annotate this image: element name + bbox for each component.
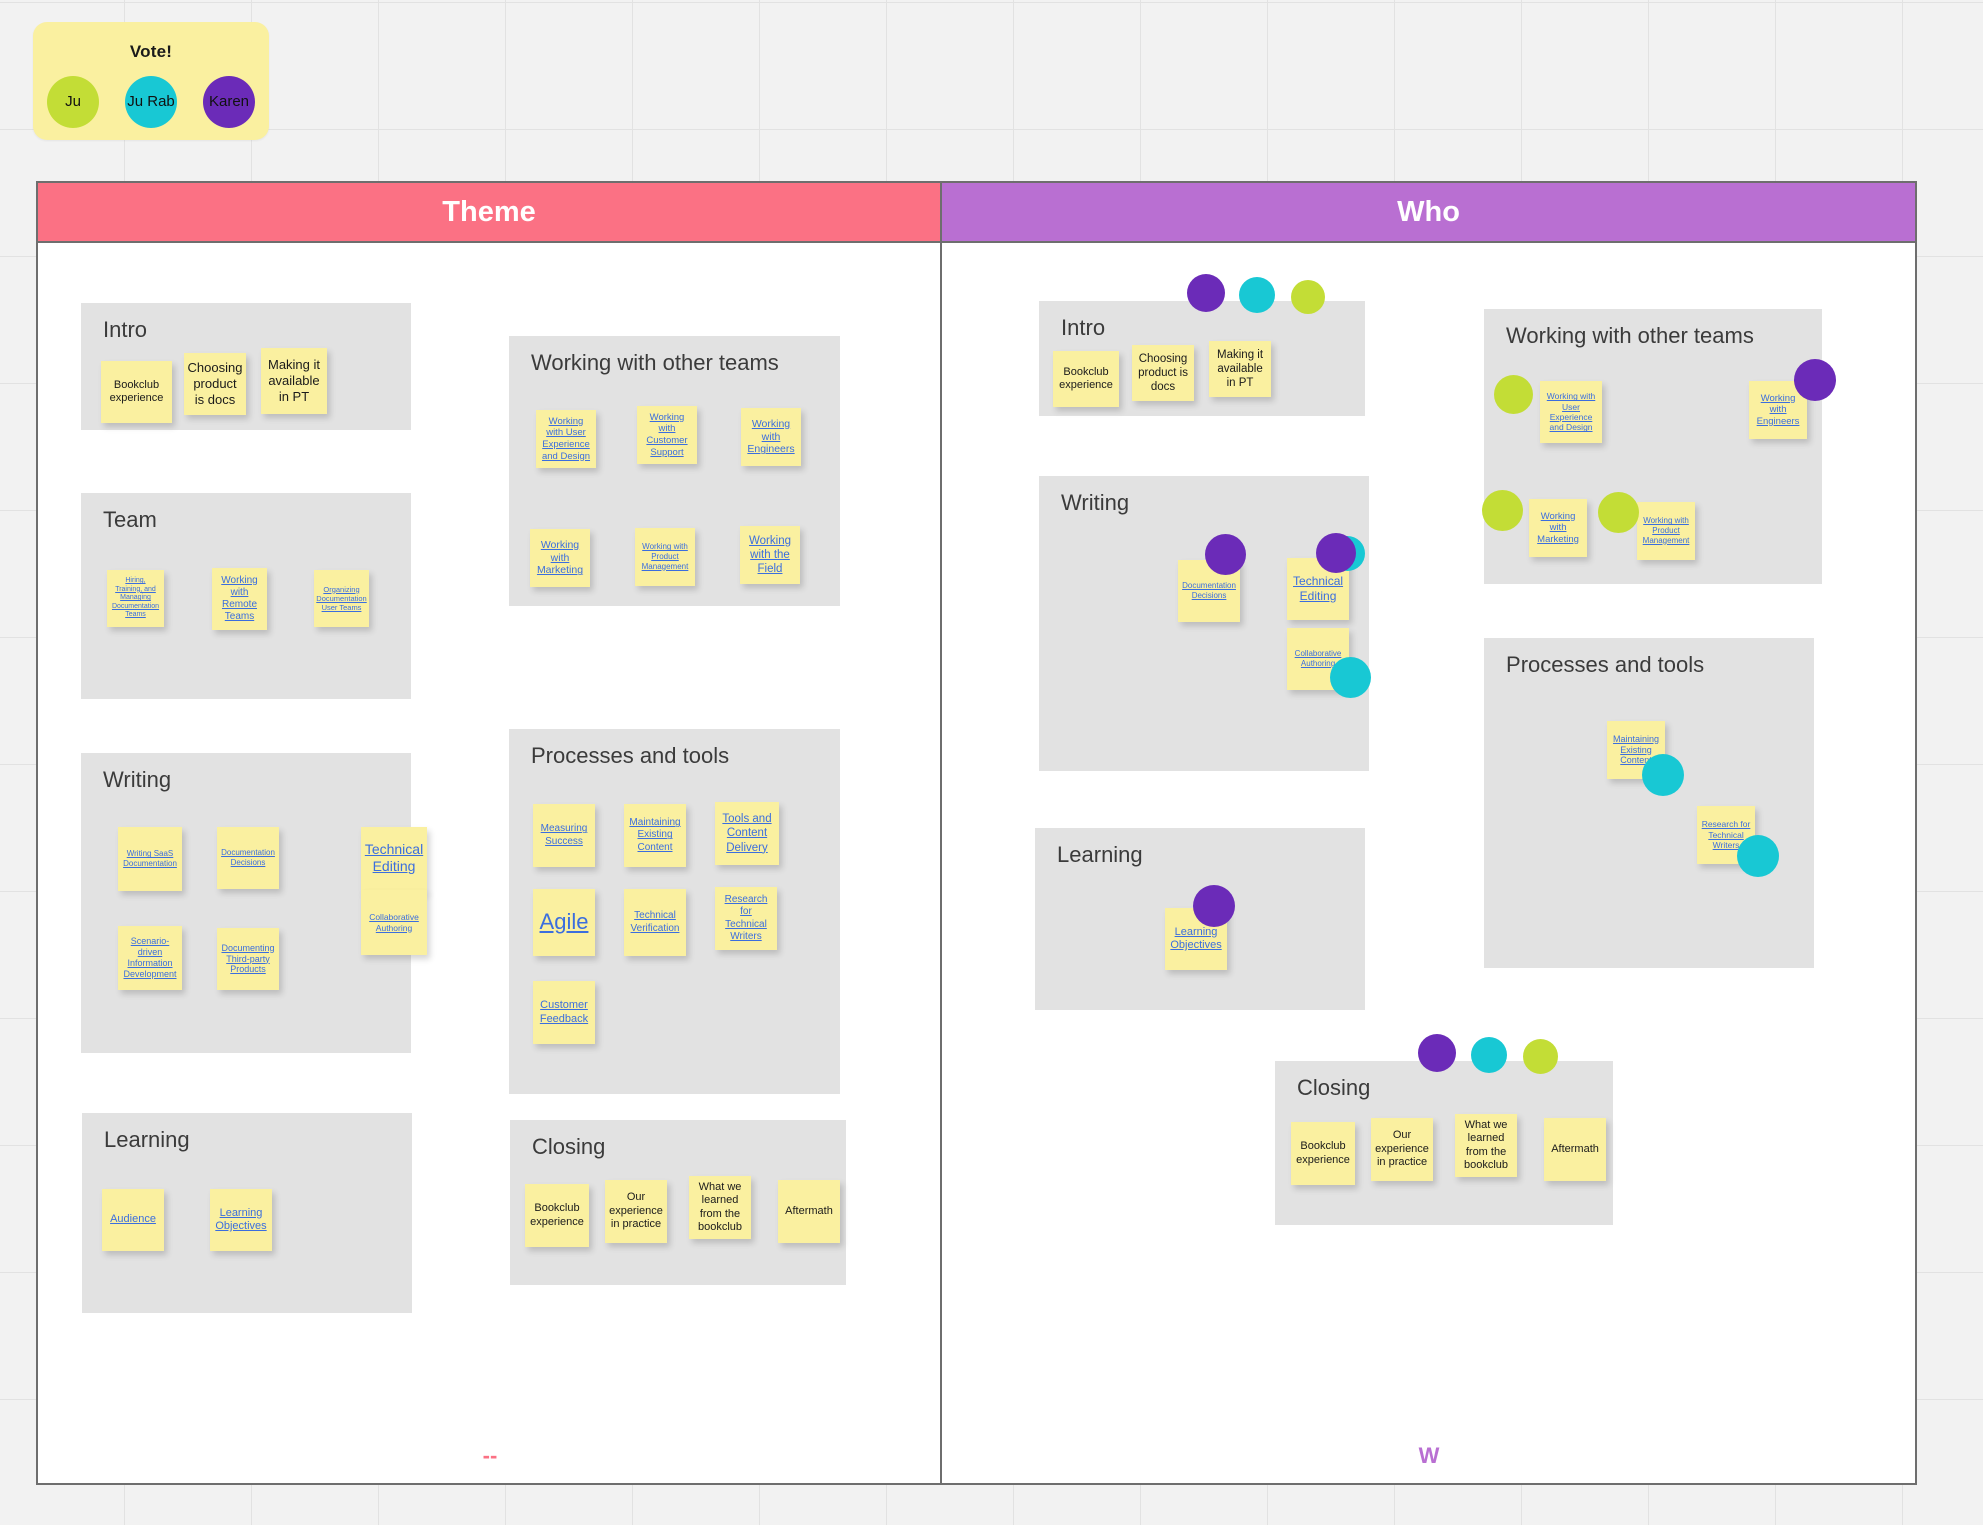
sticky-note[interactable]: Aftermath [778,1180,840,1243]
sticky-note[interactable]: Choosing product is docs [184,353,246,415]
group-processes-and-tools[interactable]: Processes and tools Maintaining Existing… [1484,638,1815,968]
sticky-note[interactable]: Research for Technical Writers [715,887,777,950]
column-footer-label-who: W [1418,1443,1440,1468]
group-learning[interactable]: Learning Learning Objectives [1035,828,1366,1010]
sticky-note[interactable]: Scenario-driven Information Development [118,926,182,990]
vote-dot[interactable] [1239,277,1276,313]
sticky-note[interactable]: Bookclub experience [1053,351,1120,407]
group-title: Working with other teams [531,350,779,375]
vote-dot[interactable] [1482,490,1524,531]
vote-dot[interactable] [1471,1037,1508,1073]
avatar[interactable]: Ju Rab [125,76,177,128]
group-working-with-other-teams[interactable]: Working with other teams Working with Us… [1482,309,1837,584]
group-team[interactable]: Team Hiring, Training, and Managing Docu… [81,493,411,699]
vote-dot[interactable] [1642,754,1685,796]
sticky-note[interactable]: Our experience in practice [605,1180,667,1243]
column-header-theme: Theme [38,183,941,243]
group-title: Intro [103,317,148,342]
vote-dot[interactable] [1794,359,1837,401]
sticky-note[interactable]: Working with Marketing [1529,499,1588,557]
vote-dot[interactable] [1187,274,1226,312]
sticky-note[interactable]: Measuring Success [533,804,595,867]
group-title: Learning [104,1127,190,1152]
group-intro[interactable]: Intro Bookclub experience Choosing produ… [1039,274,1366,416]
group-learning[interactable]: Learning Audience Learning Objectives [82,1113,412,1313]
retro-board: Theme Intro Bookclub experience Choosing… [36,181,1917,1485]
sticky-note[interactable]: Working with User Experience and Design [536,410,596,468]
sticky-note[interactable]: Customer Feedback [533,981,595,1044]
sticky-note[interactable]: Documenting Third-party Products [217,928,279,990]
group-title: Learning [1057,842,1143,867]
group-intro[interactable]: Intro Bookclub experience Choosing produ… [81,303,411,430]
group-closing[interactable]: Closing Bookclub experience Our experien… [1275,1034,1614,1225]
vote-dot[interactable] [1598,492,1640,533]
sticky-note[interactable]: Organizing Documentation User Teams [314,570,369,627]
sticky-note[interactable]: Making it available in PT [261,348,327,414]
group-title: Processes and tools [531,743,730,768]
sticky-note[interactable]: Choosing product is docs [1132,345,1195,401]
group-title: Processes and tools [1506,652,1705,677]
sticky-note[interactable]: What we learned from the bookclub [1455,1114,1518,1177]
vote-dot[interactable] [1330,657,1372,698]
sticky-note[interactable]: Technical Verification [624,889,686,956]
vote-dot[interactable] [1205,534,1247,575]
sticky-note[interactable]: Working with the Field [740,526,800,584]
sticky-note[interactable]: Bookclub experience [101,361,172,423]
group-working-with-other-teams[interactable]: Working with other teams Working with Us… [509,336,840,606]
sticky-note[interactable]: Tools and Content Delivery [715,802,779,865]
vote-dot[interactable] [1494,375,1534,414]
sticky-note[interactable]: Bookclub experience [525,1184,589,1247]
group-title: Working with other teams [1506,323,1754,348]
vote-card[interactable]: Vote! Ju Ju Rab Karen [33,22,269,140]
sticky-note[interactable]: Working with Remote Teams [212,568,267,630]
sticky-note[interactable]: Working with Engineers [741,408,801,466]
group-processes-and-tools[interactable]: Processes and tools Measuring Success Ma… [509,729,840,1094]
column-header-who: Who [942,183,1915,243]
group-title: Writing [1061,490,1130,515]
vote-dot[interactable] [1737,835,1780,877]
sticky-note[interactable]: Making it available in PT [1209,341,1272,397]
sticky-note[interactable]: Working with Product Management [1637,502,1696,560]
sticky-note[interactable]: Writing SaaS Documentation [118,827,182,891]
group-title: Closing [532,1134,606,1159]
vote-card-avatars: Ju Ju Rab Karen [33,76,269,128]
sticky-note[interactable]: Working with User Experience and Design [1540,381,1603,443]
column-body-theme: Intro Bookclub experience Choosing produ… [38,243,940,1483]
column-body-who: Intro Bookclub experience Choosing produ… [942,243,1915,1483]
vote-dot[interactable] [1523,1039,1559,1074]
group-writing[interactable]: Writing Writing SaaS Documentation Docum… [81,753,427,1053]
sticky-note[interactable]: Learning Objectives [210,1189,272,1251]
sticky-note[interactable]: Aftermath [1544,1118,1607,1181]
sticky-note[interactable]: Documentation Decisions [217,827,279,889]
sticky-note[interactable]: Technical Editing [361,827,427,892]
group-writing[interactable]: Writing Documentation Decisions Technica… [1039,476,1372,771]
vote-dot[interactable] [1418,1034,1457,1072]
column-footer-label-theme: -- [482,1443,498,1468]
sticky-note[interactable]: Maintaining Existing Content [624,804,686,867]
column-who: Who Intro Bookclub experience Choosing p… [942,183,1915,1483]
sticky-note[interactable]: Our experience in practice [1371,1118,1434,1181]
sticky-note[interactable]: Agile [533,889,595,956]
avatar[interactable]: Ju [47,76,99,128]
group-title: Writing [103,767,172,792]
group-title: Intro [1061,315,1106,340]
sticky-note[interactable]: What we learned from the bookclub [689,1176,751,1239]
sticky-note[interactable]: Hiring, Training, and Managing Documenta… [107,570,164,627]
group-closing[interactable]: Closing Bookclub experience Our experien… [510,1120,846,1285]
sticky-note[interactable]: Working with Marketing [530,529,590,587]
vote-card-title: Vote! [129,42,173,61]
sticky-note[interactable]: Bookclub experience [1291,1122,1356,1185]
vote-dot[interactable] [1291,280,1326,314]
group-title: Team [103,507,157,532]
avatar[interactable]: Karen [203,76,255,128]
vote-dot[interactable] [1193,885,1236,927]
vote-dot[interactable] [1316,533,1357,573]
sticky-note[interactable]: Audience [102,1189,164,1251]
sticky-note[interactable]: Working with Product Management [635,528,695,586]
sticky-note[interactable]: Collaborative Authoring [361,890,427,955]
group-title: Closing [1297,1075,1371,1100]
sticky-note[interactable]: Working with Customer Support [637,406,697,464]
column-theme: Theme Intro Bookclub experience Choosing… [38,183,943,1483]
